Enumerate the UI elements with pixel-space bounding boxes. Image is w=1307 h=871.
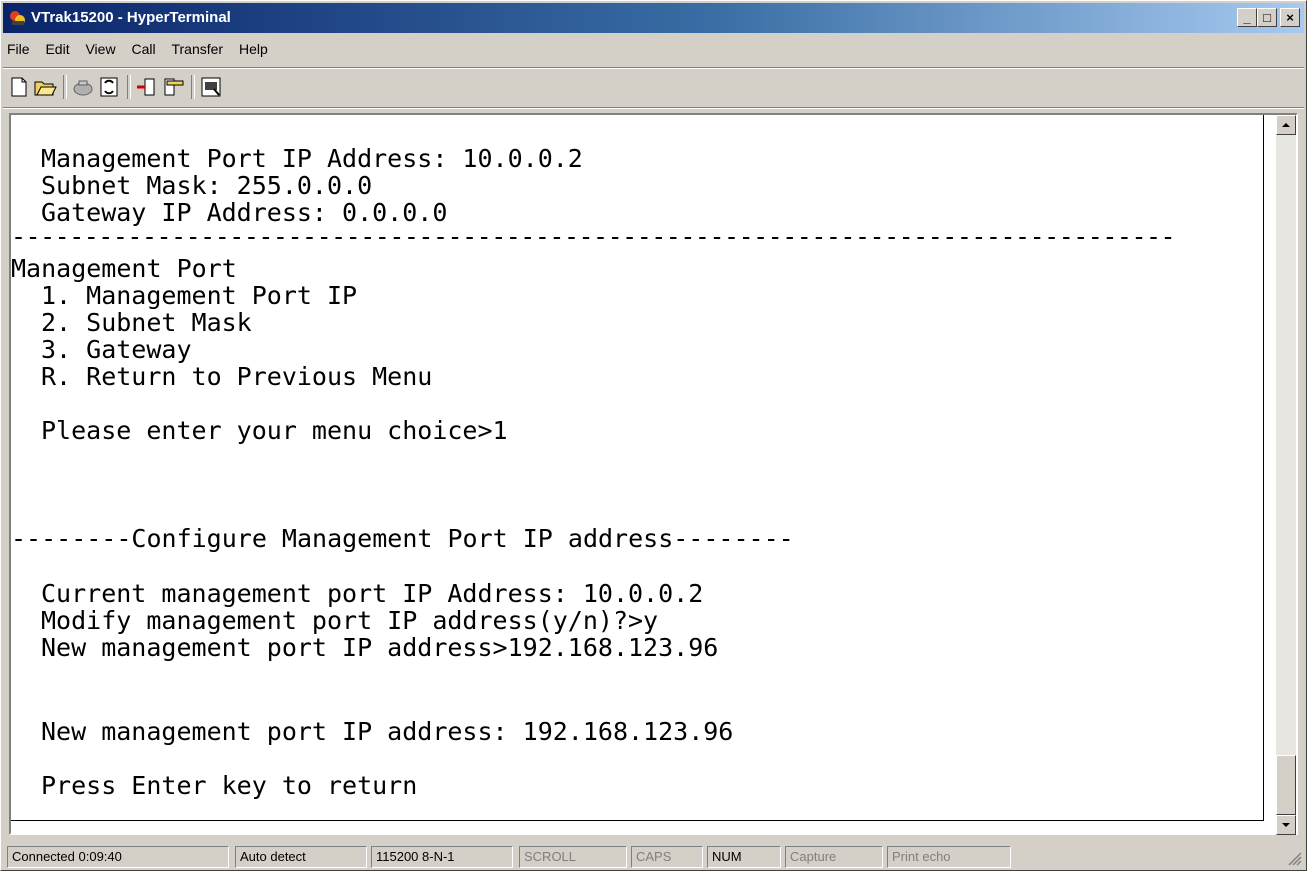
terminal-line: Management Port IP Address: 10.0.0.2 bbox=[41, 144, 583, 173]
terminal-line: Please enter your menu choice>1 bbox=[41, 416, 508, 445]
terminal-screen[interactable]: Management Port IP Address: 10.0.0.2 Sub… bbox=[11, 115, 1264, 821]
status-connected: Connected 0:09:40 bbox=[7, 846, 229, 868]
arrow-up-icon bbox=[1282, 123, 1290, 127]
hyperterminal-window: VTrak15200 - HyperTerminal _ □ × File Ed… bbox=[0, 0, 1307, 871]
menu-divider bbox=[3, 67, 1304, 69]
status-capture: Capture bbox=[785, 846, 883, 868]
send-icon[interactable] bbox=[135, 75, 159, 99]
toolbar-divider bbox=[3, 107, 1304, 109]
menu-help[interactable]: Help bbox=[239, 41, 268, 57]
menu-transfer[interactable]: Transfer bbox=[171, 41, 223, 57]
status-print-echo: Print echo bbox=[887, 846, 1011, 868]
menu-call[interactable]: Call bbox=[131, 41, 155, 57]
properties-icon[interactable] bbox=[199, 75, 223, 99]
terminal-line: New management port IP address>192.168.1… bbox=[41, 633, 719, 662]
terminal-line: Modify management port IP address(y/n)?>… bbox=[41, 606, 659, 635]
call-icon[interactable] bbox=[97, 75, 121, 99]
terminal-line: 1. Management Port IP bbox=[41, 281, 358, 310]
status-settings: 115200 8-N-1 bbox=[371, 846, 513, 868]
resize-grip-icon[interactable] bbox=[1286, 850, 1302, 866]
toolbar-separator bbox=[191, 75, 195, 99]
status-detect: Auto detect bbox=[235, 846, 367, 868]
menu-edit[interactable]: Edit bbox=[45, 41, 69, 57]
new-icon[interactable] bbox=[7, 75, 31, 99]
toolbar-separator bbox=[127, 75, 131, 99]
close-button[interactable]: × bbox=[1280, 8, 1300, 27]
menu-bar: File Edit View Call Transfer Help bbox=[7, 41, 280, 63]
terminal-line: Management Port bbox=[11, 254, 237, 283]
maximize-button[interactable]: □ bbox=[1257, 8, 1277, 27]
vertical-scrollbar[interactable] bbox=[1276, 115, 1296, 835]
arrow-down-icon bbox=[1282, 823, 1290, 827]
status-scroll: SCROLL bbox=[519, 846, 627, 868]
title-bar[interactable]: VTrak15200 - HyperTerminal _ □ × bbox=[3, 3, 1304, 33]
hyperterminal-app-icon bbox=[10, 11, 25, 25]
status-num: NUM bbox=[707, 846, 781, 868]
scroll-up-button[interactable] bbox=[1276, 115, 1296, 135]
terminal-divider-line: ----------------------------------------… bbox=[11, 222, 1176, 251]
status-caps: CAPS bbox=[631, 846, 703, 868]
menu-view[interactable]: View bbox=[85, 41, 115, 57]
scrollbar-thumb[interactable] bbox=[1276, 755, 1296, 815]
terminal-line: 2. Subnet Mask bbox=[41, 308, 252, 337]
status-bar: Connected 0:09:40 Auto detect 115200 8-N… bbox=[3, 844, 1304, 870]
terminal-line: Current management port IP Address: 10.0… bbox=[41, 579, 704, 608]
terminal-line: New management port IP address: 192.168.… bbox=[41, 717, 734, 746]
terminal-line: Press Enter key to return bbox=[41, 771, 418, 800]
terminal-line: Subnet Mask: 255.0.0.0 bbox=[41, 171, 373, 200]
open-icon[interactable] bbox=[33, 75, 57, 99]
terminal-line: R. Return to Previous Menu bbox=[41, 362, 433, 391]
minimize-button[interactable]: _ bbox=[1237, 8, 1257, 27]
toolbar-separator bbox=[63, 75, 67, 99]
terminal-line: 3. Gateway bbox=[41, 335, 192, 364]
menu-file[interactable]: File bbox=[7, 41, 30, 57]
terminal-line: --------Configure Management Port IP add… bbox=[11, 524, 794, 553]
window-title: VTrak15200 - HyperTerminal bbox=[31, 9, 231, 26]
scroll-down-button[interactable] bbox=[1276, 815, 1296, 835]
receive-icon[interactable] bbox=[161, 75, 185, 99]
disconnect-phone-icon[interactable] bbox=[71, 75, 95, 99]
